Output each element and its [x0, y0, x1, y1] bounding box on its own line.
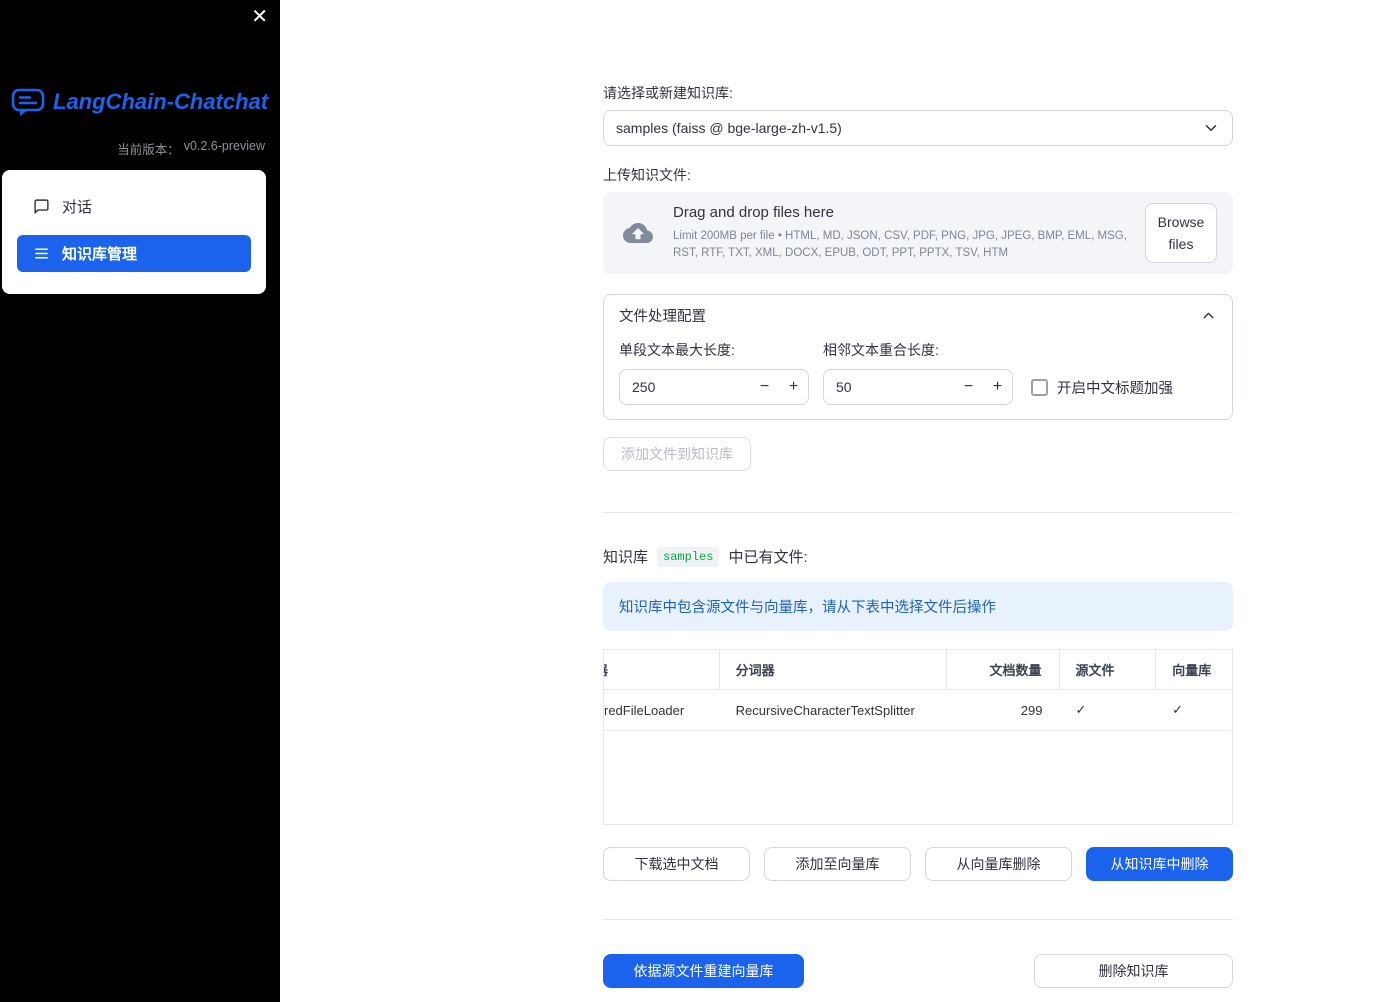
logo-chat-icon — [10, 86, 46, 117]
add-files-button[interactable]: 添加文件到知识库 — [603, 437, 751, 471]
cell-doc-count: 299 — [1020, 702, 1043, 718]
max-length-input[interactable] — [620, 379, 750, 395]
delete-from-vector-button[interactable]: 从向量库删除 — [925, 847, 1072, 881]
cell-vector-check: ✓ — [1172, 702, 1184, 717]
overlap-input[interactable] — [824, 379, 954, 395]
info-alert: 知识库中包含源文件与向量库，请从下表中选择文件后操作 — [603, 582, 1233, 631]
uploader-text-block: Drag and drop files here Limit 200MB per… — [673, 204, 1129, 261]
logo: LangChain-Chatchat — [10, 86, 268, 117]
kb-name-code: samples — [657, 546, 720, 567]
files-table: 器 分词器 文档数量 源文件 向量库 redFileLoader Recursi… — [603, 649, 1233, 825]
sidebar: ✕ LangChain-Chatchat 当前版本： v0.2.6-previe… — [0, 0, 280, 1002]
download-selected-button[interactable]: 下载选中文档 — [603, 847, 750, 881]
overlap-field: 相邻文本重合长度: − + — [823, 340, 1013, 405]
sidebar-close-icon[interactable]: ✕ — [251, 5, 268, 29]
list-icon — [33, 245, 50, 262]
existing-files-line: 知识库 samples 中已有文件: — [603, 546, 1233, 567]
file-config-body: 单段文本最大长度: − + 相邻文本重合长度: − + — [604, 334, 1232, 419]
max-length-increment-button[interactable]: + — [779, 370, 808, 404]
max-length-decrement-button[interactable]: − — [750, 370, 779, 404]
kb-select-label: 请选择或新建知识库: — [603, 85, 733, 101]
overlap-increment-button[interactable]: + — [983, 370, 1012, 404]
zh-title-field: 开启中文标题加强 — [1027, 340, 1217, 405]
max-length-field: 单段文本最大长度: − + — [619, 340, 809, 405]
rebuild-vector-store-button[interactable]: 依据源文件重建向量库 — [603, 954, 804, 988]
chevron-down-icon — [1202, 119, 1220, 137]
cell-splitter: RecursiveCharacterTextSplitter — [735, 702, 915, 718]
existing-files-suffix: 中已有文件: — [728, 549, 808, 566]
app-window: ✕ LangChain-Chatchat 当前版本： v0.2.6-previe… — [0, 0, 1380, 1002]
kb-action-buttons: 依据源文件重建向量库 删除知识库 — [603, 954, 1233, 988]
cell-loader: redFileLoader — [604, 702, 685, 718]
version-value: v0.2.6-preview — [183, 139, 265, 153]
max-length-stepper: − + — [619, 369, 809, 405]
sidebar-item-label: 知识库管理 — [62, 246, 138, 263]
browse-files-button[interactable]: Browse files — [1145, 202, 1217, 264]
version-label: 当前版本： — [117, 143, 180, 157]
cloud-upload-icon — [619, 218, 657, 248]
column-header-loader[interactable]: 器 — [604, 650, 720, 689]
file-uploader-dropzone[interactable]: Drag and drop files here Limit 200MB per… — [603, 192, 1233, 274]
app-title: LangChain-Chatchat — [53, 88, 269, 114]
chevron-up-icon — [1200, 307, 1217, 324]
add-to-vector-button[interactable]: 添加至向量库 — [764, 847, 911, 881]
zh-title-checkbox[interactable] — [1031, 378, 1048, 396]
chat-bubble-icon — [33, 198, 50, 215]
column-header-splitter[interactable]: 分词器 — [720, 650, 947, 689]
zh-title-checkbox-row: 开启中文标题加强 — [1031, 369, 1173, 405]
zh-title-checkbox-label: 开启中文标题加强 — [1057, 380, 1173, 397]
sidebar-item-label: 对话 — [62, 199, 93, 216]
version-info: 当前版本： v0.2.6-preview — [117, 139, 265, 158]
table-row[interactable]: redFileLoader RecursiveCharacterTextSpli… — [604, 690, 1232, 731]
overlap-label: 相邻文本重合长度: — [823, 342, 939, 358]
column-header-vector-store[interactable]: 向量库 — [1156, 650, 1232, 689]
upload-label: 上传知识文件: — [603, 167, 691, 183]
overlap-stepper: − + — [823, 369, 1013, 405]
uploader-limit-text: Limit 200MB per file • HTML, MD, JSON, C… — [673, 230, 1127, 259]
table-header-row: 器 分词器 文档数量 源文件 向量库 — [604, 650, 1232, 690]
column-header-doc-count[interactable]: 文档数量 — [947, 650, 1060, 689]
sidebar-menu: 对话 知识库管理 — [2, 170, 266, 294]
kb-select-value: samples (faiss @ bge-large-zh-v1.5) — [616, 120, 842, 136]
delete-from-kb-button[interactable]: 从知识库中删除 — [1086, 847, 1233, 881]
delete-kb-button[interactable]: 删除知识库 — [1034, 954, 1233, 988]
sidebar-item-dialogue[interactable]: 对话 — [17, 188, 251, 225]
overlap-decrement-button[interactable]: − — [954, 370, 983, 404]
file-config-expander: 文件处理配置 单段文本最大长度: − + 相邻文本重合长度: — [603, 294, 1233, 420]
file-config-title: 文件处理配置 — [619, 309, 706, 325]
max-length-label: 单段文本最大长度: — [619, 342, 735, 358]
sidebar-item-knowledge-base[interactable]: 知识库管理 — [17, 235, 251, 272]
existing-files-prefix: 知识库 — [603, 549, 649, 566]
kb-select[interactable]: samples (faiss @ bge-large-zh-v1.5) — [603, 110, 1233, 146]
column-header-source-file[interactable]: 源文件 — [1060, 650, 1157, 689]
file-config-expander-header[interactable]: 文件处理配置 — [604, 295, 1232, 334]
cell-source-check: ✓ — [1075, 702, 1087, 717]
uploader-drag-text: Drag and drop files here — [673, 204, 834, 222]
divider — [603, 512, 1233, 513]
main-content: 请选择或新建知识库: samples (faiss @ bge-large-zh… — [603, 0, 1233, 988]
divider — [603, 919, 1233, 920]
file-action-buttons: 下载选中文档 添加至向量库 从向量库删除 从知识库中删除 — [603, 847, 1233, 881]
